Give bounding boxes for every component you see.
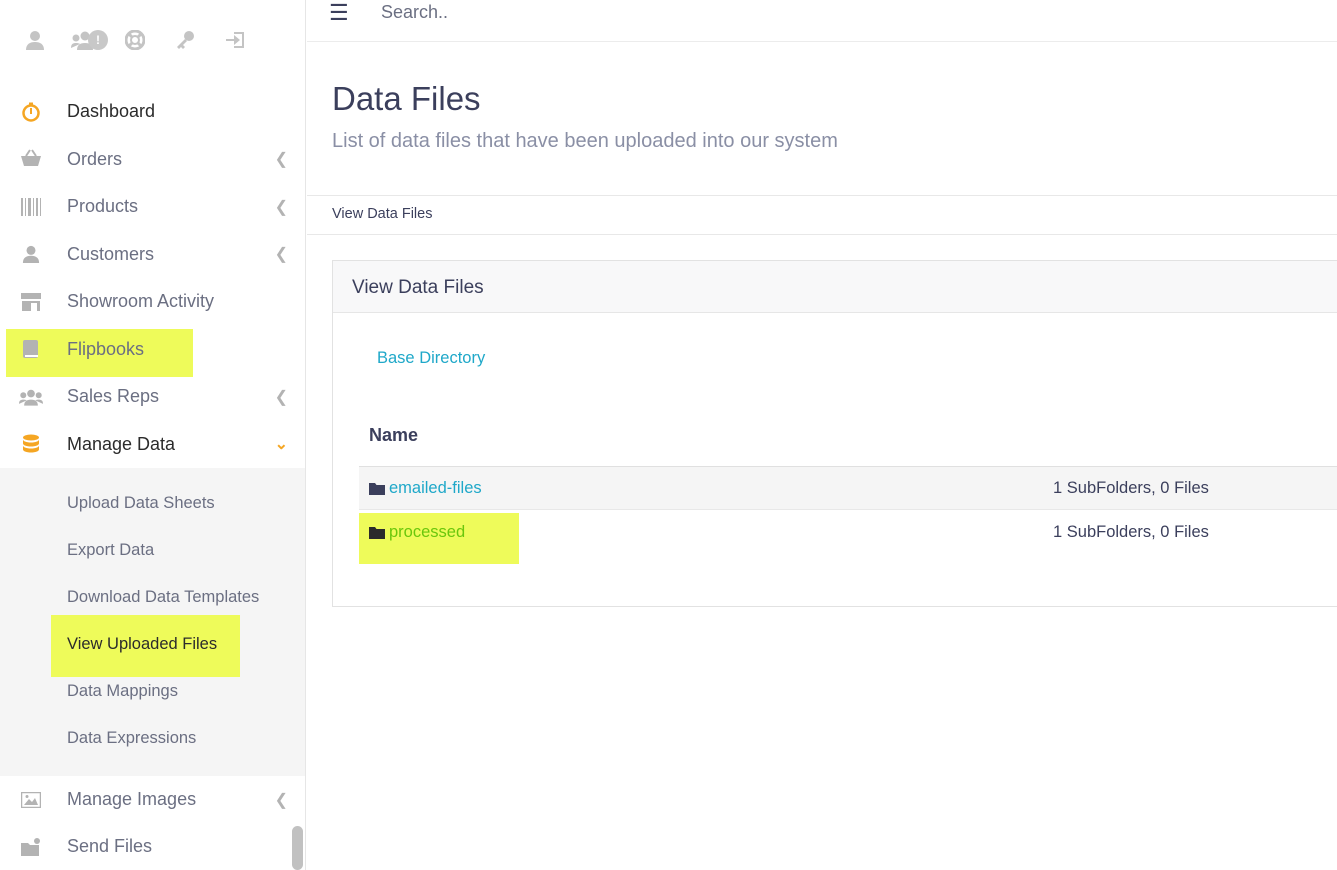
sidebar-item-sales-reps[interactable]: Sales Reps ❮: [0, 373, 305, 421]
sidebar-item-orders[interactable]: Orders ❮: [0, 136, 305, 184]
folder-icon: [369, 483, 385, 495]
basket-icon: [19, 147, 43, 171]
submenu-item-export-data[interactable]: Export Data: [67, 541, 154, 560]
support-icon[interactable]: [118, 23, 152, 57]
sidebar-scrollbar[interactable]: [292, 826, 303, 870]
base-directory-link[interactable]: Base Directory: [377, 349, 485, 368]
submenu-item-download-data-templates[interactable]: Download Data Templates: [67, 588, 259, 607]
column-header-name: Name: [369, 425, 419, 445]
submenu-item-upload-data-sheets[interactable]: Upload Data Sheets: [67, 494, 215, 513]
sidebar-item-label: Manage Images: [67, 789, 197, 810]
folder-icon: [369, 527, 385, 539]
chevron-left-icon: ❮: [274, 198, 288, 216]
folder-link-emailed-files[interactable]: emailed-files: [389, 479, 482, 498]
database-icon: [19, 432, 43, 456]
chevron-left-icon: ❮: [274, 388, 288, 406]
sidebar-item-products[interactable]: Products ❮: [0, 183, 305, 231]
barcode-icon: [19, 195, 43, 219]
data-files-card: View Data Files Base Directory Name emai…: [332, 260, 1337, 607]
search-input[interactable]: [381, 0, 781, 24]
sidebar-item-label: Customers: [67, 243, 155, 264]
sidebar-item-customers[interactable]: Customers ❮: [0, 231, 305, 279]
breadcrumb: View Data Files: [307, 195, 1337, 235]
folder-contents-count: 1 SubFolders, 0 Files: [1053, 523, 1209, 541]
store-icon: [19, 290, 43, 314]
card-title: View Data Files: [352, 277, 484, 298]
sidebar-item-manage-data[interactable]: Manage Data ⌄: [0, 421, 305, 469]
breadcrumb-item[interactable]: View Data Files: [332, 206, 432, 222]
submenu-item-view-uploaded-files[interactable]: View Uploaded Files: [67, 635, 217, 654]
sidebar-item-showroom-activity[interactable]: Showroom Activity: [0, 278, 305, 326]
send-files-icon: [19, 835, 43, 859]
top-bar: ☰: [307, 0, 1337, 42]
submenu-item-data-mappings[interactable]: Data Mappings: [67, 682, 178, 701]
table-row: processed 1 SubFolders, 0 Files: [359, 511, 1337, 555]
hamburger-menu-icon[interactable]: ☰: [329, 0, 349, 26]
users-icon: [19, 385, 43, 409]
sidebar-item-label: Products: [67, 196, 139, 217]
sidebar: ! Dashboard Orders ❮ Products ❮ Customer…: [0, 0, 306, 870]
users-icon[interactable]: !: [68, 23, 108, 57]
sidebar-item-send-files[interactable]: Send Files: [0, 823, 305, 870]
page-title: Data Files: [332, 80, 481, 117]
sidebar-item-label: Dashboard: [67, 101, 156, 122]
page-subtitle: List of data files that have been upload…: [332, 130, 838, 152]
sidebar-item-label: Manage Data: [67, 433, 176, 454]
image-icon: [19, 788, 43, 812]
user-icon[interactable]: [18, 23, 52, 57]
table-row: emailed-files 1 SubFolders, 0 Files: [359, 466, 1337, 510]
sidebar-item-label: Orders: [67, 148, 123, 169]
sidebar-item-label: Sales Reps: [67, 386, 160, 407]
users-badge: !: [88, 30, 108, 50]
key-icon[interactable]: [168, 23, 202, 57]
sidebar-item-label: Showroom Activity: [67, 291, 215, 312]
stopwatch-icon: [19, 100, 43, 124]
chevron-left-icon: ❮: [274, 151, 288, 169]
sidebar-item-label: Flipbooks: [67, 338, 145, 359]
chevron-left-icon: ❮: [274, 246, 288, 264]
chevron-left-icon: ❮: [274, 791, 288, 809]
sidebar-item-label: Send Files: [67, 836, 153, 857]
folder-contents-count: 1 SubFolders, 0 Files: [1053, 479, 1209, 497]
sidebar-top-icons: !: [18, 22, 268, 58]
sidebar-item-manage-images[interactable]: Manage Images ❮: [0, 776, 305, 824]
logout-icon[interactable]: [218, 23, 252, 57]
sidebar-item-dashboard[interactable]: Dashboard: [0, 88, 305, 136]
sidebar-item-flipbooks[interactable]: Flipbooks: [0, 326, 305, 374]
chevron-down-icon: ⌄: [274, 436, 288, 454]
sidebar-menu: Dashboard Orders ❮ Products ❮ Customers …: [0, 88, 305, 469]
folder-link-processed[interactable]: processed: [389, 523, 465, 542]
book-icon: [19, 337, 43, 361]
submenu-item-data-expressions[interactable]: Data Expressions: [67, 729, 196, 748]
user-icon: [19, 242, 43, 266]
card-header: View Data Files: [333, 261, 1337, 313]
